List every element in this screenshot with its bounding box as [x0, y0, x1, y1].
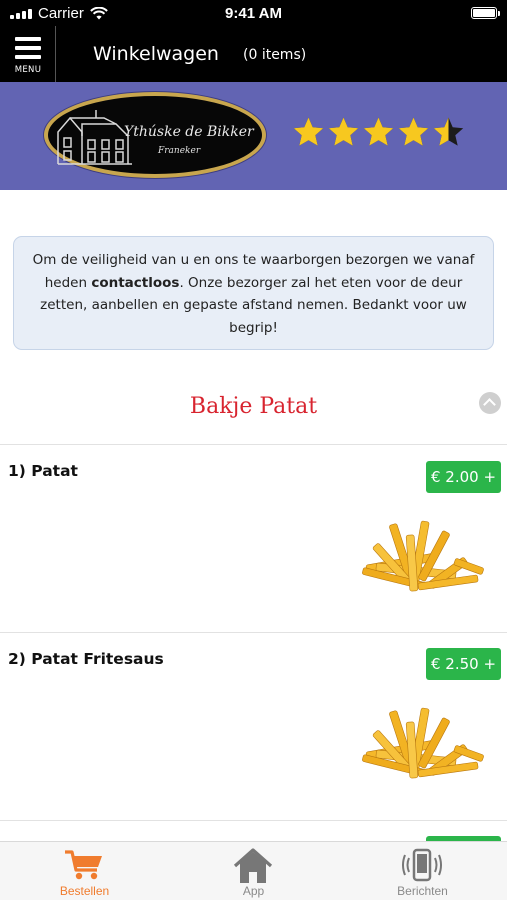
- cart-icon: [65, 850, 102, 880]
- divider: [0, 820, 507, 821]
- rating-stars: [292, 116, 465, 149]
- fries-image: [362, 707, 484, 779]
- add-to-cart-button[interactable]: € 2.00 +: [426, 461, 501, 493]
- battery-icon: [471, 7, 500, 19]
- tab-berichten[interactable]: Berichten: [338, 842, 507, 900]
- star-full-icon: [293, 117, 324, 146]
- menu-button[interactable]: MENU: [0, 26, 56, 82]
- divider: [0, 632, 507, 633]
- hamburger-icon: [15, 37, 41, 64]
- cart-item-count: (0 items): [243, 47, 307, 63]
- tab-label: Bestellen: [59, 884, 110, 898]
- notice-bold: contactloos: [91, 274, 180, 291]
- collapse-up-icon[interactable]: [479, 392, 501, 414]
- home-icon: [233, 848, 273, 883]
- logo-name: Ythúske de Bikker: [124, 124, 254, 140]
- menu-label: MENU: [14, 65, 42, 75]
- divider: [0, 444, 507, 445]
- contactless-notice: Om de veiligheid van u en ons te waarbor…: [13, 236, 494, 350]
- fries-image: [362, 520, 484, 592]
- tab-app[interactable]: App: [169, 842, 338, 900]
- star-full-icon: [398, 117, 429, 146]
- tab-label: Berichten: [397, 884, 448, 898]
- product-name[interactable]: 2) Patat Fritesaus: [8, 650, 164, 668]
- product-name[interactable]: 1) Patat: [8, 462, 78, 480]
- status-bar: Carrier 9:41 AM: [0, 0, 507, 26]
- star-full-icon: [363, 117, 394, 146]
- category-title: Bakje Patat: [189, 394, 318, 419]
- add-to-cart-button[interactable]: € 2.50 +: [426, 648, 501, 680]
- house-logo-icon: [57, 110, 132, 165]
- nav-bar: MENU Winkelwagen (0 items): [0, 26, 507, 82]
- page-title: Winkelwagen: [93, 43, 219, 65]
- star-full-icon: [328, 117, 359, 146]
- tab-bestellen[interactable]: Bestellen: [0, 842, 169, 900]
- status-time: 9:41 AM: [225, 5, 282, 22]
- tab-bar: Bestellen App Berichten: [0, 841, 507, 900]
- tab-label: App: [242, 884, 265, 898]
- phone-vibrate-icon: [402, 848, 442, 882]
- logo-town: Franeker: [158, 146, 201, 156]
- star-half-icon: [433, 117, 464, 146]
- restaurant-logo: Ythúske de Bikker Franeker: [44, 92, 266, 178]
